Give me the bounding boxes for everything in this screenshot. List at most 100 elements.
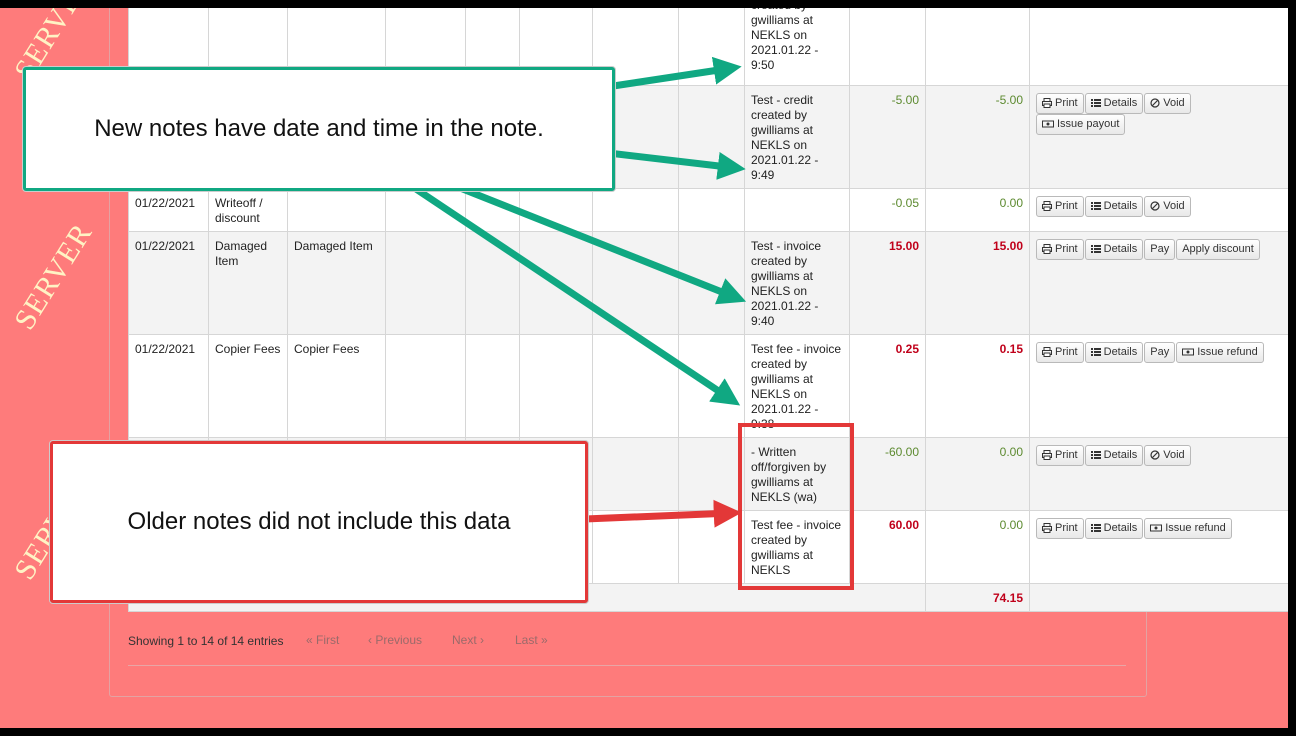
first-page-link[interactable]: « First [306,633,339,647]
outstanding-cell [925,8,1030,86]
void-button[interactable]: Void [1144,93,1191,114]
checkout-cell [678,8,745,86]
return-date-cell [519,334,593,438]
type-cell: Damaged Item [208,231,288,335]
print-button[interactable]: Print [1036,239,1084,260]
date-cell: 01/22/2021 [128,334,209,438]
checkout-cell [678,85,745,189]
amount-cell: 60.00 [849,510,926,584]
amount-cell: 15.00 [849,231,926,335]
print-button[interactable]: Print [1036,445,1084,466]
description-cell [287,188,386,232]
actions-cell: Print Details Issue refund [1029,510,1288,584]
home-library-cell [592,188,679,232]
next-page-link[interactable]: Next › [452,633,484,647]
callout-new-notes-text: New notes have date and time in the note… [94,115,544,142]
home-library-cell [592,334,679,438]
actions-cell: Print Details Void Issue payout [1029,85,1288,189]
pagination-info: Showing 1 to 14 of 14 entries [128,634,284,648]
return-date-cell [519,231,593,335]
money-icon [1182,346,1197,358]
pay-button[interactable]: Pay [1144,342,1176,363]
table-row: 01/22/2021 Copier Fees Copier Fees Test fee… [128,334,1288,438]
home-library-cell [592,231,679,335]
actions-cell: Print Details Pay Apply discount [1029,231,1288,335]
void-button[interactable]: Void [1144,196,1191,217]
button-label: Print [1055,243,1078,255]
print-icon [1042,97,1055,109]
amount-cell [849,8,926,86]
barcode-cell [385,334,466,438]
void-icon [1150,97,1163,109]
previous-page-link[interactable]: ‹ Previous [368,633,422,647]
type-cell: Writeoff / discount [208,188,288,232]
button-label: Print [1055,97,1078,109]
barcode-cell [385,188,466,232]
list-icon [1090,449,1104,461]
void-icon [1150,200,1163,212]
button-label: Print [1055,522,1078,534]
total-actions-cell [1029,583,1288,612]
details-button[interactable]: Details [1084,342,1144,363]
last-page-link[interactable]: Last » [515,633,548,647]
date-cell: 01/22/2021 [128,188,209,232]
button-label: Issue refund [1165,522,1226,534]
apply-discount-button[interactable]: Apply discount [1176,239,1260,260]
print-button[interactable]: Print [1036,93,1084,114]
button-label: Pay [1150,346,1170,358]
details-button[interactable]: Details [1084,445,1144,466]
divider [128,665,1126,666]
details-button[interactable]: Details [1084,518,1144,539]
details-button[interactable]: Details [1084,239,1144,260]
callout-new-notes: New notes have date and time in the note… [23,67,615,191]
issue-refund-button[interactable]: Issue refund [1144,518,1232,539]
details-button[interactable]: Details [1084,93,1144,114]
button-label: Void [1163,97,1185,109]
button-label: Void [1163,449,1185,461]
callout-older-notes-text: Older notes did not include this data [127,508,511,535]
button-label: Details [1103,200,1138,212]
outstanding-cell: 0.00 [925,437,1030,511]
note-cell: created by gwilliams at NEKLS on 2021.01… [744,8,850,86]
due-date-cell [465,231,520,335]
print-button[interactable]: Print [1036,342,1084,363]
actions-cell: Print Details Pay Issue refund [1029,334,1288,438]
type-cell: Copier Fees [208,334,288,438]
pay-button[interactable]: Pay [1144,239,1176,260]
print-icon [1042,243,1055,255]
outstanding-cell: 0.15 [925,334,1030,438]
details-button[interactable]: Details [1084,196,1144,217]
barcode-cell [385,231,466,335]
list-icon [1090,522,1104,534]
print-icon [1042,200,1055,212]
amount-cell: -60.00 [849,437,926,511]
actions-cell: Print Details Void [1029,188,1288,232]
money-icon [1150,522,1165,534]
due-date-cell [465,188,520,232]
print-icon [1042,522,1055,534]
button-label: Details [1103,449,1138,461]
actions-cell: Print Details Void [1029,437,1288,511]
issue-payout-button[interactable]: Issue payout [1036,114,1126,135]
outstanding-cell: 0.00 [925,510,1030,584]
void-button[interactable]: Void [1144,445,1191,466]
note-cell: Test - credit created by gwilliams at NE… [744,85,850,189]
note-cell [744,188,850,232]
button-label: Details [1103,346,1138,358]
void-icon [1150,449,1163,461]
print-button[interactable]: Print [1036,196,1084,217]
table-row: 01/22/2021 Writeoff / discount -0.05 0.00 Pr… [128,188,1288,232]
button-label: Details [1103,97,1138,109]
table-row: 01/22/2021 Damaged Item Damaged Item Test -… [128,231,1288,335]
checkout-cell [678,188,745,232]
issue-refund-button[interactable]: Issue refund [1176,342,1264,363]
note-cell: Test - invoice created by gwilliams at N… [744,231,850,335]
button-label: Issue payout [1057,118,1120,130]
button-label: Apply discount [1182,243,1254,255]
amount-cell: -0.05 [849,188,926,232]
checkout-cell [678,510,745,584]
button-label: Pay [1150,243,1170,255]
description-cell: Damaged Item [287,231,386,335]
checkout-cell [678,334,745,438]
print-button[interactable]: Print [1036,518,1084,539]
